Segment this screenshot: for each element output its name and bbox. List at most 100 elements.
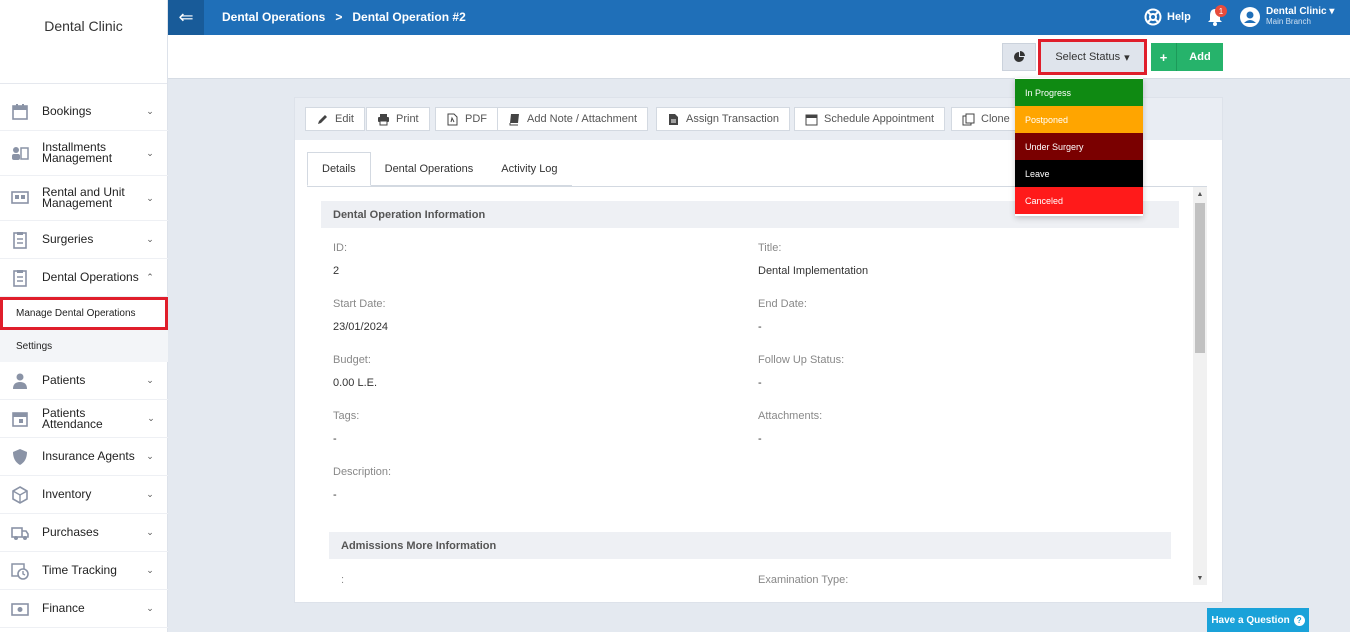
sidebar-item-dental-operations[interactable]: Dental Operations ⌃: [0, 259, 168, 297]
field-label-start-date: Start Date:: [333, 298, 386, 310]
help-link[interactable]: Help: [1144, 8, 1191, 26]
clock-icon: [10, 562, 30, 580]
edit-label: Edit: [335, 113, 354, 125]
brand-name: Dental Clinic: [0, 0, 167, 84]
sidebar-item-surgeries[interactable]: Surgeries ⌄: [0, 221, 168, 259]
chevron-down-icon: ⌄: [146, 106, 154, 116]
tab-activity-log[interactable]: Activity Log: [487, 152, 572, 186]
add-note-button[interactable]: Add Note / Attachment: [497, 107, 649, 131]
sidebar-item-label: Purchases: [42, 525, 99, 539]
breadcrumb-dental-operations[interactable]: Dental Operations: [222, 10, 325, 24]
field-label-tags: Tags:: [333, 410, 360, 422]
sidebar-item-patients-attendance[interactable]: Patients Attendance ⌄: [0, 400, 168, 438]
sidebar-item-label: Rental and Unit Management: [42, 185, 125, 210]
sidebar-item-installments[interactable]: Installments Management ⌄: [0, 131, 168, 176]
help-label: Help: [1167, 11, 1191, 23]
sidebar-item-insurance-agents[interactable]: Insurance Agents ⌄: [0, 438, 168, 476]
sidebar-item-label: Dental Operations: [42, 270, 139, 284]
details-content: Dental Operation Information ID: 2 Title…: [307, 187, 1211, 591]
sidebar-item-bookings[interactable]: Bookings ⌄: [0, 93, 168, 131]
status-dropdown: In Progress Postponed Under Surgery Leav…: [1015, 78, 1143, 216]
user-name: Dental Clinic: [1266, 6, 1327, 17]
have-a-question-label: Have a Question: [1211, 614, 1290, 626]
clipboard-icon: [10, 231, 30, 249]
chevron-down-icon: ⌄: [146, 603, 154, 613]
select-status-button[interactable]: Select Status ▾: [1041, 42, 1144, 72]
pdf-file-icon: [447, 113, 458, 125]
sidebar-item-label: Bookings: [42, 104, 92, 118]
attendance-icon: [10, 410, 30, 428]
box-icon: [10, 485, 30, 504]
sidebar-item-label: Finance: [42, 601, 85, 615]
pencil-icon: [318, 114, 327, 124]
assign-transaction-button[interactable]: Assign Transaction: [656, 107, 790, 131]
have-a-question-button[interactable]: Have a Question ?: [1207, 608, 1309, 632]
print-button[interactable]: Print: [366, 107, 430, 131]
content-scrollbar[interactable]: ▲ ▼: [1193, 187, 1207, 585]
scroll-down-arrow[interactable]: ▼: [1193, 571, 1207, 585]
scrollbar-thumb[interactable]: [1195, 203, 1205, 353]
schedule-appointment-label: Schedule Appointment: [824, 113, 935, 125]
clipboard-icon: [10, 269, 30, 287]
status-option-canceled[interactable]: Canceled: [1015, 187, 1143, 214]
back-arrow-icon[interactable]: ⇐: [168, 0, 204, 35]
field-label-examination-type: Examination Type:: [758, 574, 849, 586]
pdf-button[interactable]: PDF: [435, 107, 498, 131]
status-option-in-progress[interactable]: In Progress: [1015, 79, 1143, 106]
sidebar-subitem-settings[interactable]: Settings: [0, 330, 168, 362]
calendar-icon: [805, 114, 818, 125]
add-button[interactable]: + Add: [1151, 43, 1223, 71]
pie-chart-icon: [1014, 51, 1025, 62]
field-value-attachments: -: [758, 433, 762, 445]
rental-icon: [10, 189, 30, 207]
sidebar-item-label: Surgeries: [42, 232, 94, 246]
book-icon: [509, 113, 519, 125]
status-option-postponed[interactable]: Postponed: [1015, 106, 1143, 133]
sidebar-item-label: Inventory: [42, 487, 92, 501]
sidebar-subitem-manage-dental-operations[interactable]: Manage Dental Operations: [0, 297, 168, 330]
document-icon: [669, 113, 678, 125]
installments-icon: [10, 144, 30, 162]
tab-dental-operations[interactable]: Dental Operations: [370, 152, 488, 186]
chevron-down-icon: ⌄: [146, 565, 154, 575]
sidebar-item-rental[interactable]: Rental and Unit Management ⌄: [0, 176, 168, 221]
status-option-under-surgery[interactable]: Under Surgery: [1015, 133, 1143, 160]
field-value-id: 2: [333, 265, 340, 277]
shield-icon: [10, 448, 30, 466]
edit-button[interactable]: Edit: [305, 107, 365, 131]
add-note-label: Add Note / Attachment: [527, 113, 638, 125]
chevron-down-icon: ⌄: [146, 451, 154, 461]
user-menu[interactable]: Dental Clinic ▾ Main Branch: [1240, 6, 1334, 27]
sidebar-item-label: Patients: [42, 373, 86, 387]
tab-details[interactable]: Details: [307, 152, 371, 186]
sidebar-item-patients[interactable]: Patients ⌄: [0, 362, 168, 400]
sidebar-item-label: Insurance Agents: [42, 449, 135, 463]
pie-chart-button[interactable]: [1002, 43, 1036, 71]
finance-icon: [10, 600, 30, 618]
field-label-end-date: End Date:: [758, 298, 807, 310]
sidebar-item-purchases[interactable]: Purchases ⌄: [0, 514, 168, 552]
field-label-id: ID:: [333, 242, 348, 254]
sidebar-item-finance[interactable]: Finance ⌄: [0, 590, 168, 628]
clone-button[interactable]: Clone: [951, 107, 1021, 131]
notification-badge: 1: [1215, 5, 1227, 17]
calendar-icon: [10, 103, 30, 121]
sidebar-item-label: Installments Management: [42, 140, 113, 165]
select-status-label: Select Status: [1055, 51, 1121, 63]
status-option-leave[interactable]: Leave: [1015, 160, 1143, 187]
question-circle-icon: ?: [1293, 614, 1305, 626]
schedule-appointment-button[interactable]: Schedule Appointment: [794, 107, 946, 131]
sidebar-item-time-tracking[interactable]: Time Tracking ⌄: [0, 552, 168, 590]
field-label-attachments: Attachments:: [758, 410, 823, 422]
printer-icon: [378, 113, 389, 125]
breadcrumb-current: Dental Operation #2: [352, 10, 466, 24]
scroll-up-arrow[interactable]: ▲: [1193, 187, 1207, 201]
field-value-follow-up-status: -: [758, 377, 762, 389]
sidebar-item-inventory[interactable]: Inventory ⌄: [0, 476, 168, 514]
field-value-title: Dental Implementation: [758, 265, 869, 277]
sidebar-item-label: Patients Attendance: [42, 405, 103, 431]
pdf-label: PDF: [465, 113, 487, 125]
copy-icon: [962, 113, 975, 125]
chevron-down-icon: ⌄: [146, 375, 154, 385]
field-value-end-date: -: [758, 321, 762, 333]
